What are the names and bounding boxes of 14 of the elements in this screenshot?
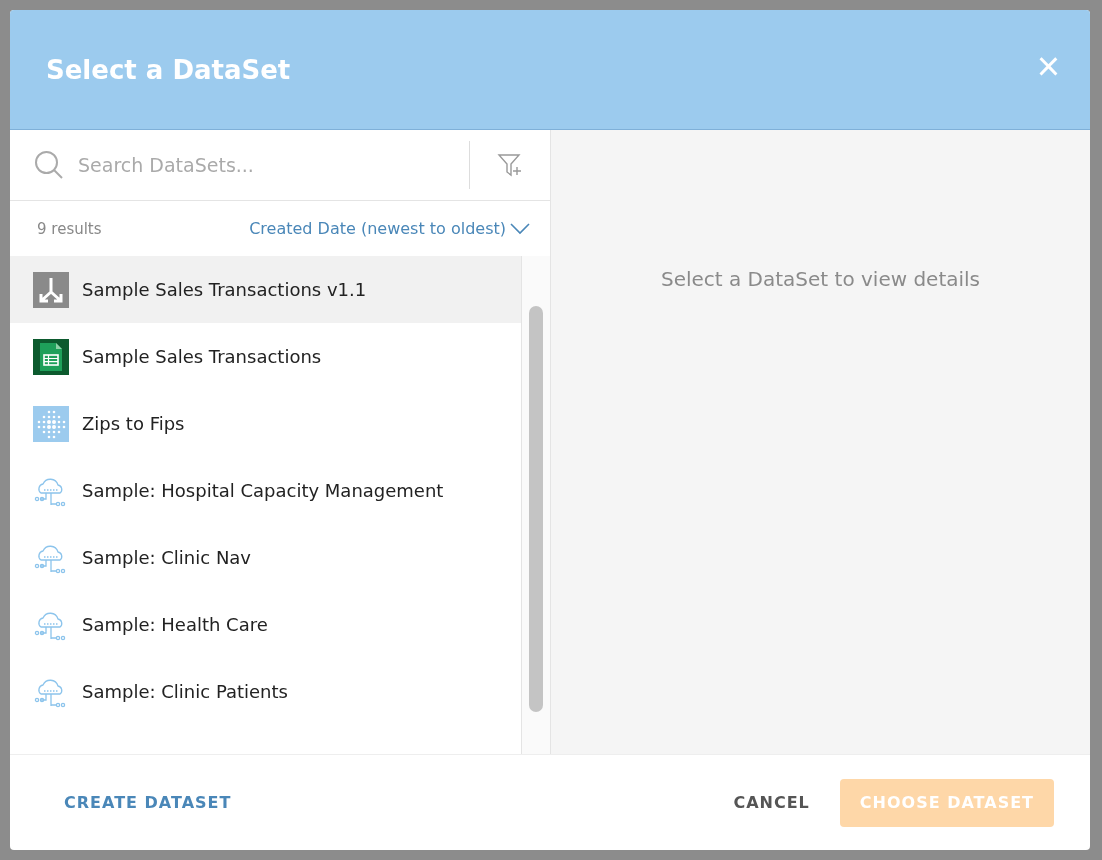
cancel-button[interactable]: CANCEL [733, 793, 810, 812]
merge-arrows-icon [33, 271, 69, 308]
sort-dropdown[interactable]: Created Date (newest to oldest) [249, 219, 530, 238]
filter-add-icon [497, 152, 523, 178]
scrollbar[interactable] [521, 256, 550, 754]
empty-details-message: Select a DataSet to view details [660, 267, 981, 293]
result-count: 9 results [37, 219, 102, 238]
spreadsheet-icon [33, 338, 69, 375]
dialog-title: Select a DataSet [46, 54, 291, 85]
search-icon [34, 150, 64, 180]
dot-grid-icon [33, 405, 69, 442]
chevron-down-icon [510, 222, 530, 235]
create-dataset-link[interactable]: CREATE DATASET [64, 793, 232, 812]
dataset-item[interactable]: Sample Sales Transactions v1.1 [10, 256, 521, 323]
